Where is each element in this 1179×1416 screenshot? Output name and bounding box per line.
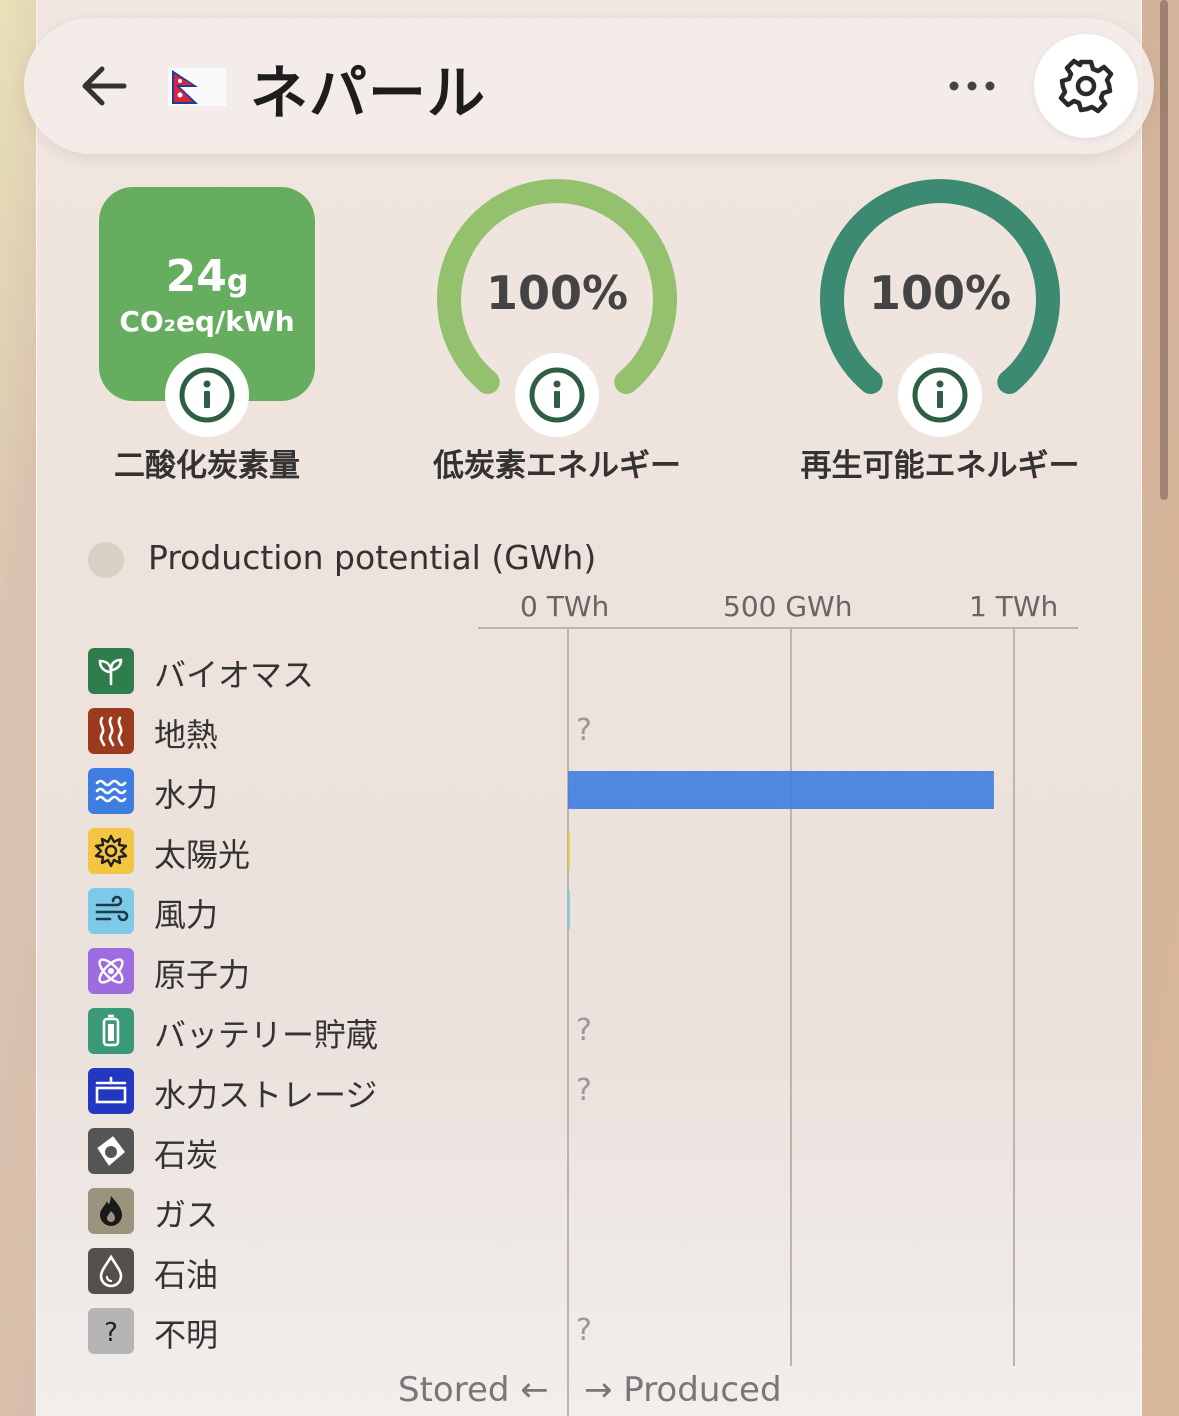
missing-value-marker: ? <box>576 1013 592 1048</box>
source-label-geothermal: 地熱 <box>154 716 219 754</box>
flame-icon <box>88 1188 134 1234</box>
atom-icon <box>88 948 134 994</box>
source-label-coal: 石炭 <box>154 1136 219 1174</box>
source-label-nuclear: 原子力 <box>154 956 251 994</box>
wind-icon <box>88 888 134 934</box>
source-label-oil: 石油 <box>154 1256 219 1294</box>
source-label-wind: 風力 <box>154 896 219 934</box>
stored-direction-label: Stored ← <box>398 1370 549 1410</box>
source-label-biomass: バイオマス <box>154 656 315 694</box>
water-waves-icon <box>88 768 134 814</box>
sprout-icon <box>88 648 134 694</box>
source-label-battery: バッテリー貯蔵 <box>154 1016 379 1054</box>
produced-direction-label: → Produced <box>584 1370 782 1410</box>
bar-3 <box>568 831 570 869</box>
sun-icon <box>88 828 134 874</box>
source-label-hydro: 水力 <box>154 776 219 814</box>
dam-icon <box>88 1068 134 1114</box>
coal-icon <box>88 1128 134 1174</box>
missing-value-marker: ? <box>576 1073 592 1108</box>
source-label-gas: ガス <box>154 1196 219 1234</box>
source-label-solar: 太陽光 <box>154 836 251 874</box>
heat-waves-icon <box>88 708 134 754</box>
svg-text:?: ? <box>104 1318 118 1348</box>
missing-value-marker: ? <box>576 713 592 748</box>
source-label-unknown: 不明 <box>154 1316 219 1354</box>
question-icon: ? <box>88 1308 134 1354</box>
bar-4 <box>568 891 570 929</box>
oil-drop-icon <box>88 1248 134 1294</box>
battery-icon <box>88 1008 134 1054</box>
missing-value-marker: ? <box>576 1313 592 1348</box>
bar-2 <box>568 771 994 809</box>
source-label-hydro-storage: 水力ストレージ <box>154 1076 378 1114</box>
